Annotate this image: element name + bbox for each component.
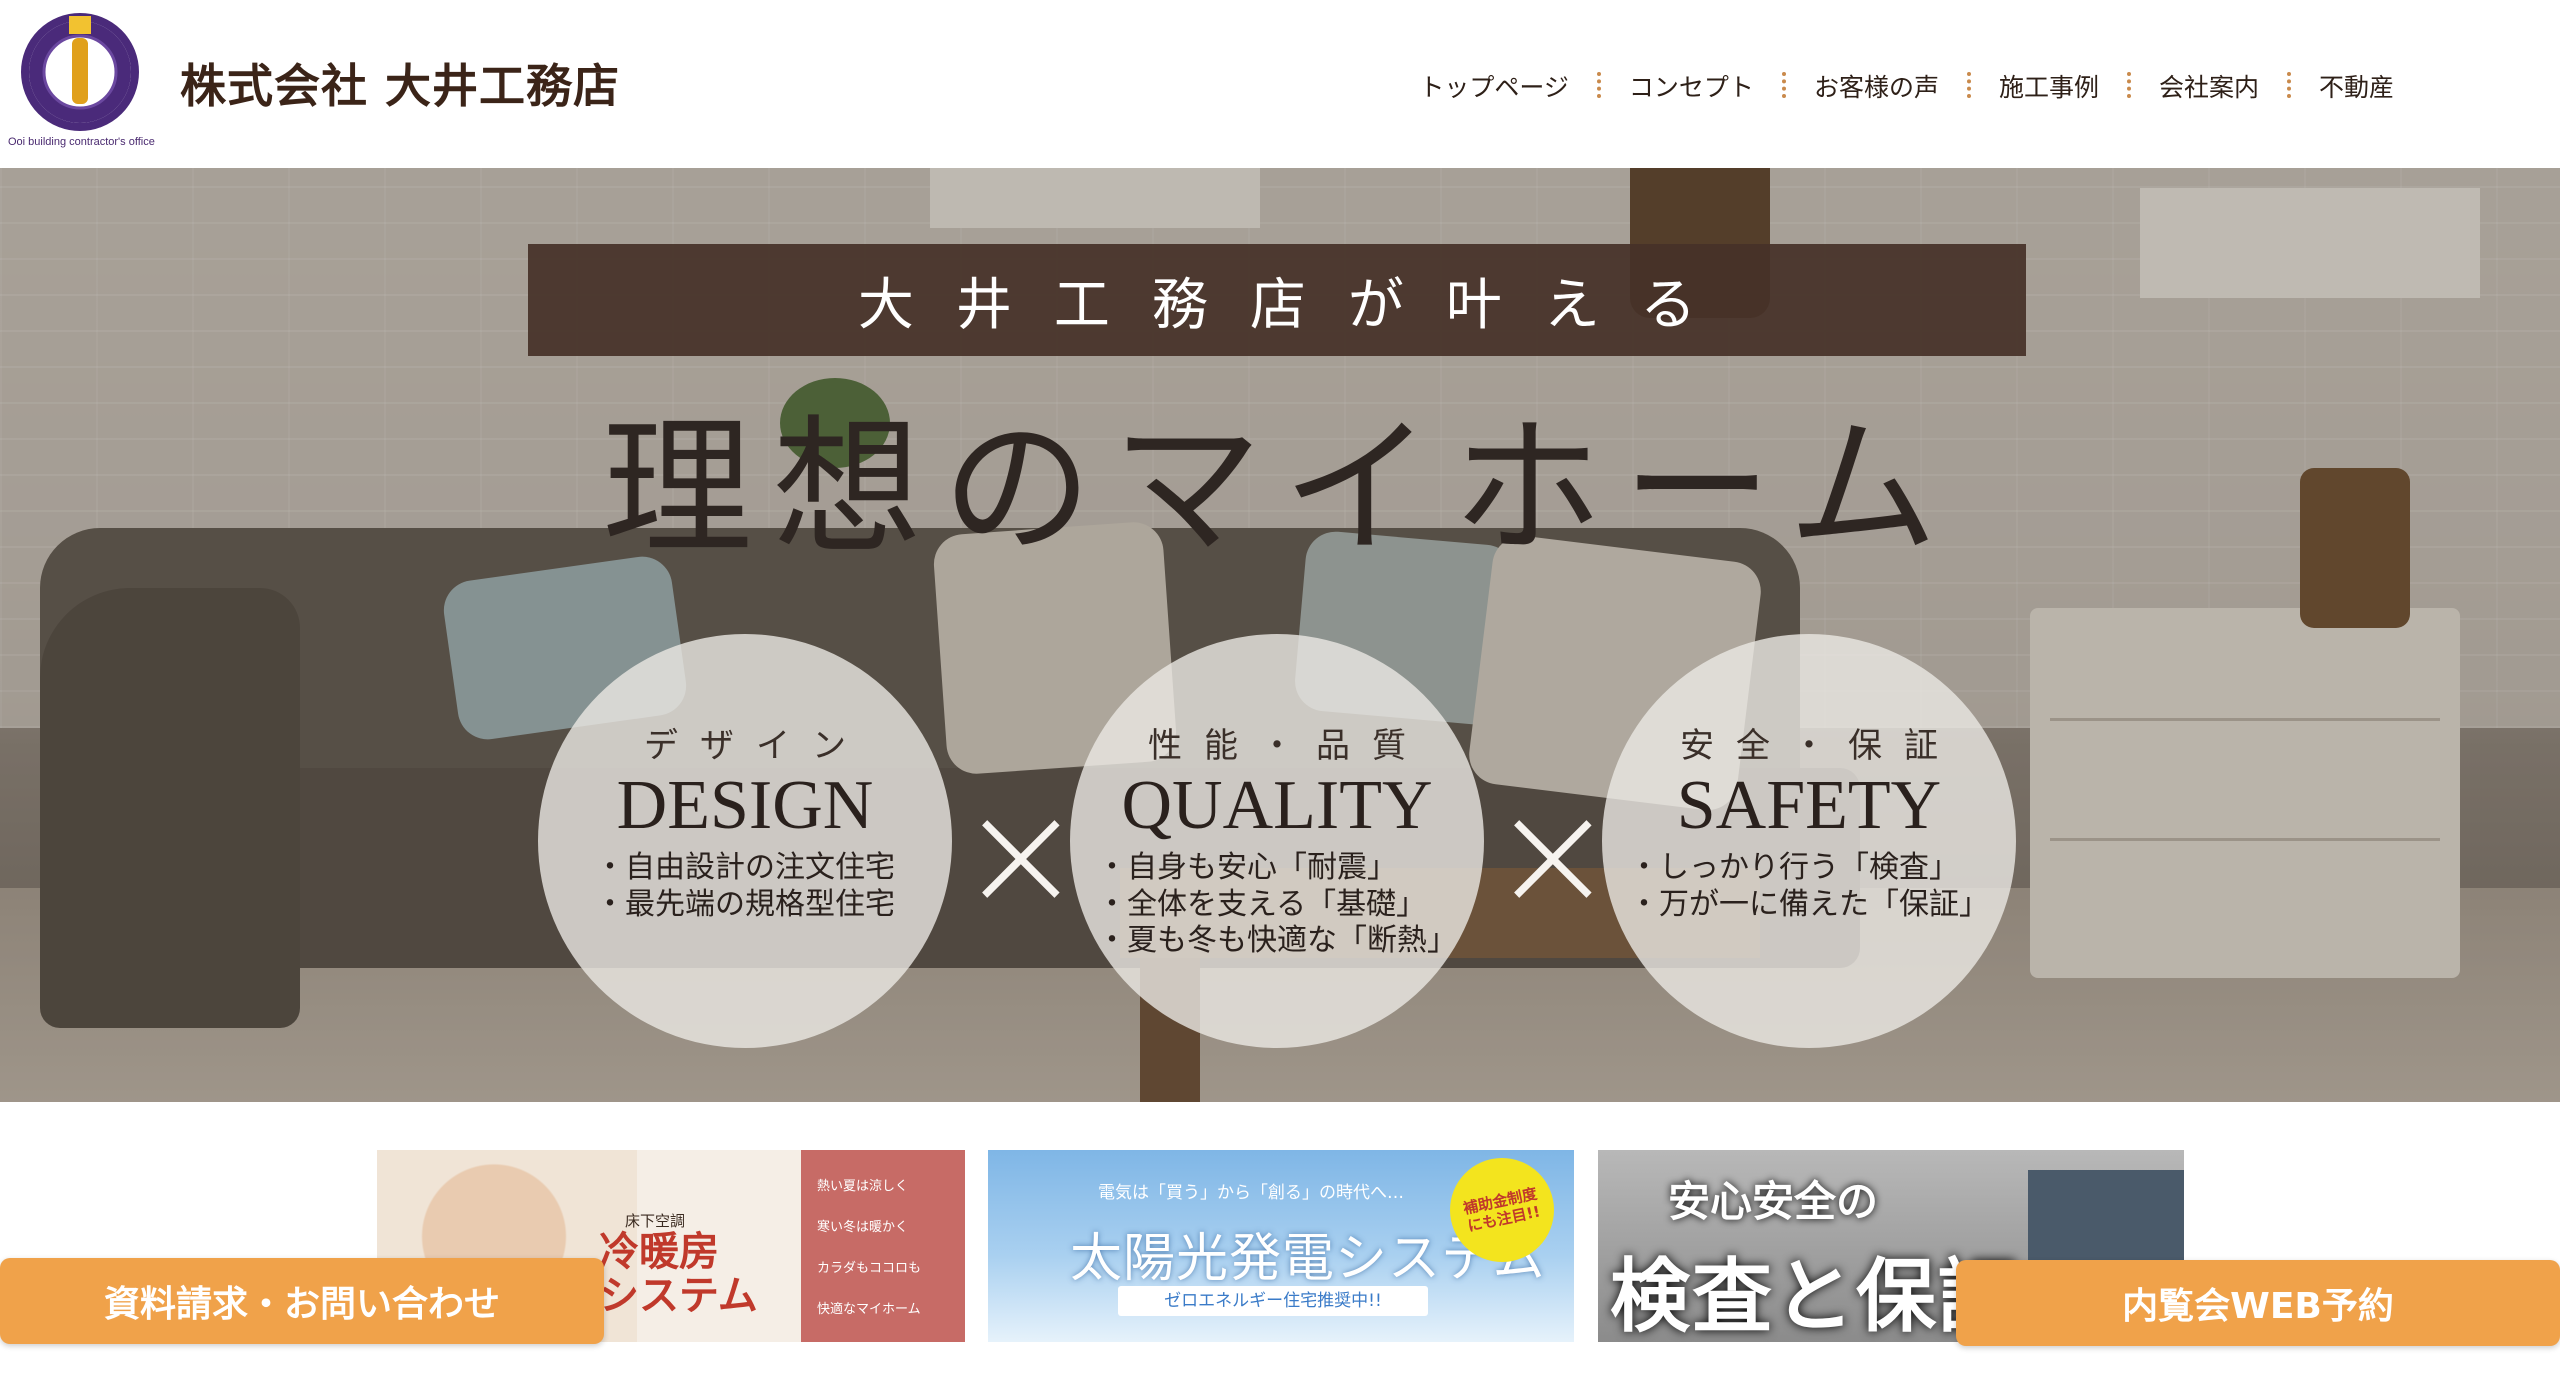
company-logo[interactable]: Ooi building contractor's office xyxy=(0,8,158,148)
logo-subtitle: Ooi building contractor's office xyxy=(8,136,155,148)
times-symbol: × xyxy=(1490,768,1616,942)
design-kana: デザイン xyxy=(644,726,868,766)
inspection-line1: 安心安全の xyxy=(1668,1177,1879,1226)
nav-company[interactable]: 会社案内 xyxy=(2126,68,2289,104)
quality-circle: 性能・品質 QUALITY ・自身も安心「耐震」 ・全体を支える「基礎」 ・夏も… xyxy=(1070,634,1484,1048)
nav-top[interactable]: トップページ xyxy=(1389,68,1599,104)
safety-kana: 安全・保証 xyxy=(1680,726,1960,766)
open-house-reservation-button[interactable]: 内覧会WEB予約 xyxy=(1956,1260,2560,1346)
quality-point: ・全体を支える「基礎」 xyxy=(1097,886,1427,922)
times-symbol: × xyxy=(958,768,1084,942)
quality-point: ・夏も冬も快適な「断熱」 xyxy=(1097,923,1457,959)
safety-point: ・万が一に備えた「保証」 xyxy=(1629,886,1989,922)
design-title: DESIGN xyxy=(616,767,874,844)
solar-system-banner[interactable]: 電気は「買う」から「創る」の時代へ… 太陽光発電システム ゼロエネルギー住宅推奨… xyxy=(988,1150,1574,1342)
quality-point: ・自身も安心「耐震」 xyxy=(1097,850,1397,885)
heating-sub: 床下空調 xyxy=(625,1212,686,1230)
hero-banner: 大井工務店が叶える xyxy=(528,244,2026,356)
main-nav: トップページ コンセプト お客様の声 施工事例 会社案内 不動産 xyxy=(1389,68,2424,104)
heating-title-line: 冷暖房 xyxy=(599,1229,719,1275)
quality-title: QUALITY xyxy=(1121,767,1433,844)
hero-banner-text: 大井工務店が叶える xyxy=(857,272,1739,338)
heating-title-line: システム xyxy=(599,1273,758,1319)
hero-section: 大井工務店が叶える 理想のマイホーム デザイン DESIGN ・自由設計の注文住… xyxy=(0,168,2560,1102)
safety-point: ・しっかり行う「検査」 xyxy=(1629,850,1959,885)
heating-title: 冷暖房 システム xyxy=(599,1230,758,1318)
heating-side-panel: 熱い夏は涼しく 寒い冬は暖かく カラダもココロも 快適なマイホーム xyxy=(801,1150,965,1342)
logo-mark-icon xyxy=(21,13,139,131)
nav-realestate[interactable]: 不動産 xyxy=(2286,68,2424,104)
design-point: ・自由設計の注文住宅 xyxy=(595,850,895,885)
nav-concept[interactable]: コンセプト xyxy=(1596,68,1784,104)
quality-kana: 性能・品質 xyxy=(1148,726,1428,766)
safety-circle: 安全・保証 SAFETY ・しっかり行う「検査」 ・万が一に備えた「保証」 xyxy=(1602,634,2016,1048)
design-circle: デザイン DESIGN ・自由設計の注文住宅 ・最先端の規格型住宅 xyxy=(538,634,952,1048)
heating-side-text: 熱い夏は涼しく xyxy=(817,1179,909,1194)
solar-top-text: 電気は「買う」から「創る」の時代へ… xyxy=(1098,1183,1404,1203)
nav-works[interactable]: 施工事例 xyxy=(1966,68,2129,104)
design-point: ・最先端の規格型住宅 xyxy=(595,886,895,922)
site-header: Ooi building contractor's office 株式会社 大井… xyxy=(0,0,2560,168)
hero-headline: 理想のマイホーム xyxy=(602,402,1958,576)
safety-title: SAFETY xyxy=(1676,767,1942,844)
inquiry-button[interactable]: 資料請求・お問い合わせ xyxy=(0,1258,604,1344)
heating-side-text: カラダもココロも xyxy=(817,1261,922,1276)
solar-bar-text: ゼロエネルギー住宅推奨中!! xyxy=(1118,1286,1428,1316)
nav-voices[interactable]: お客様の声 xyxy=(1781,68,1969,104)
heating-side-text: 快適なマイホーム xyxy=(817,1302,921,1317)
company-name[interactable]: 株式会社 大井工務店 xyxy=(180,50,620,116)
heating-side-text: 寒い冬は暖かく xyxy=(817,1220,909,1235)
